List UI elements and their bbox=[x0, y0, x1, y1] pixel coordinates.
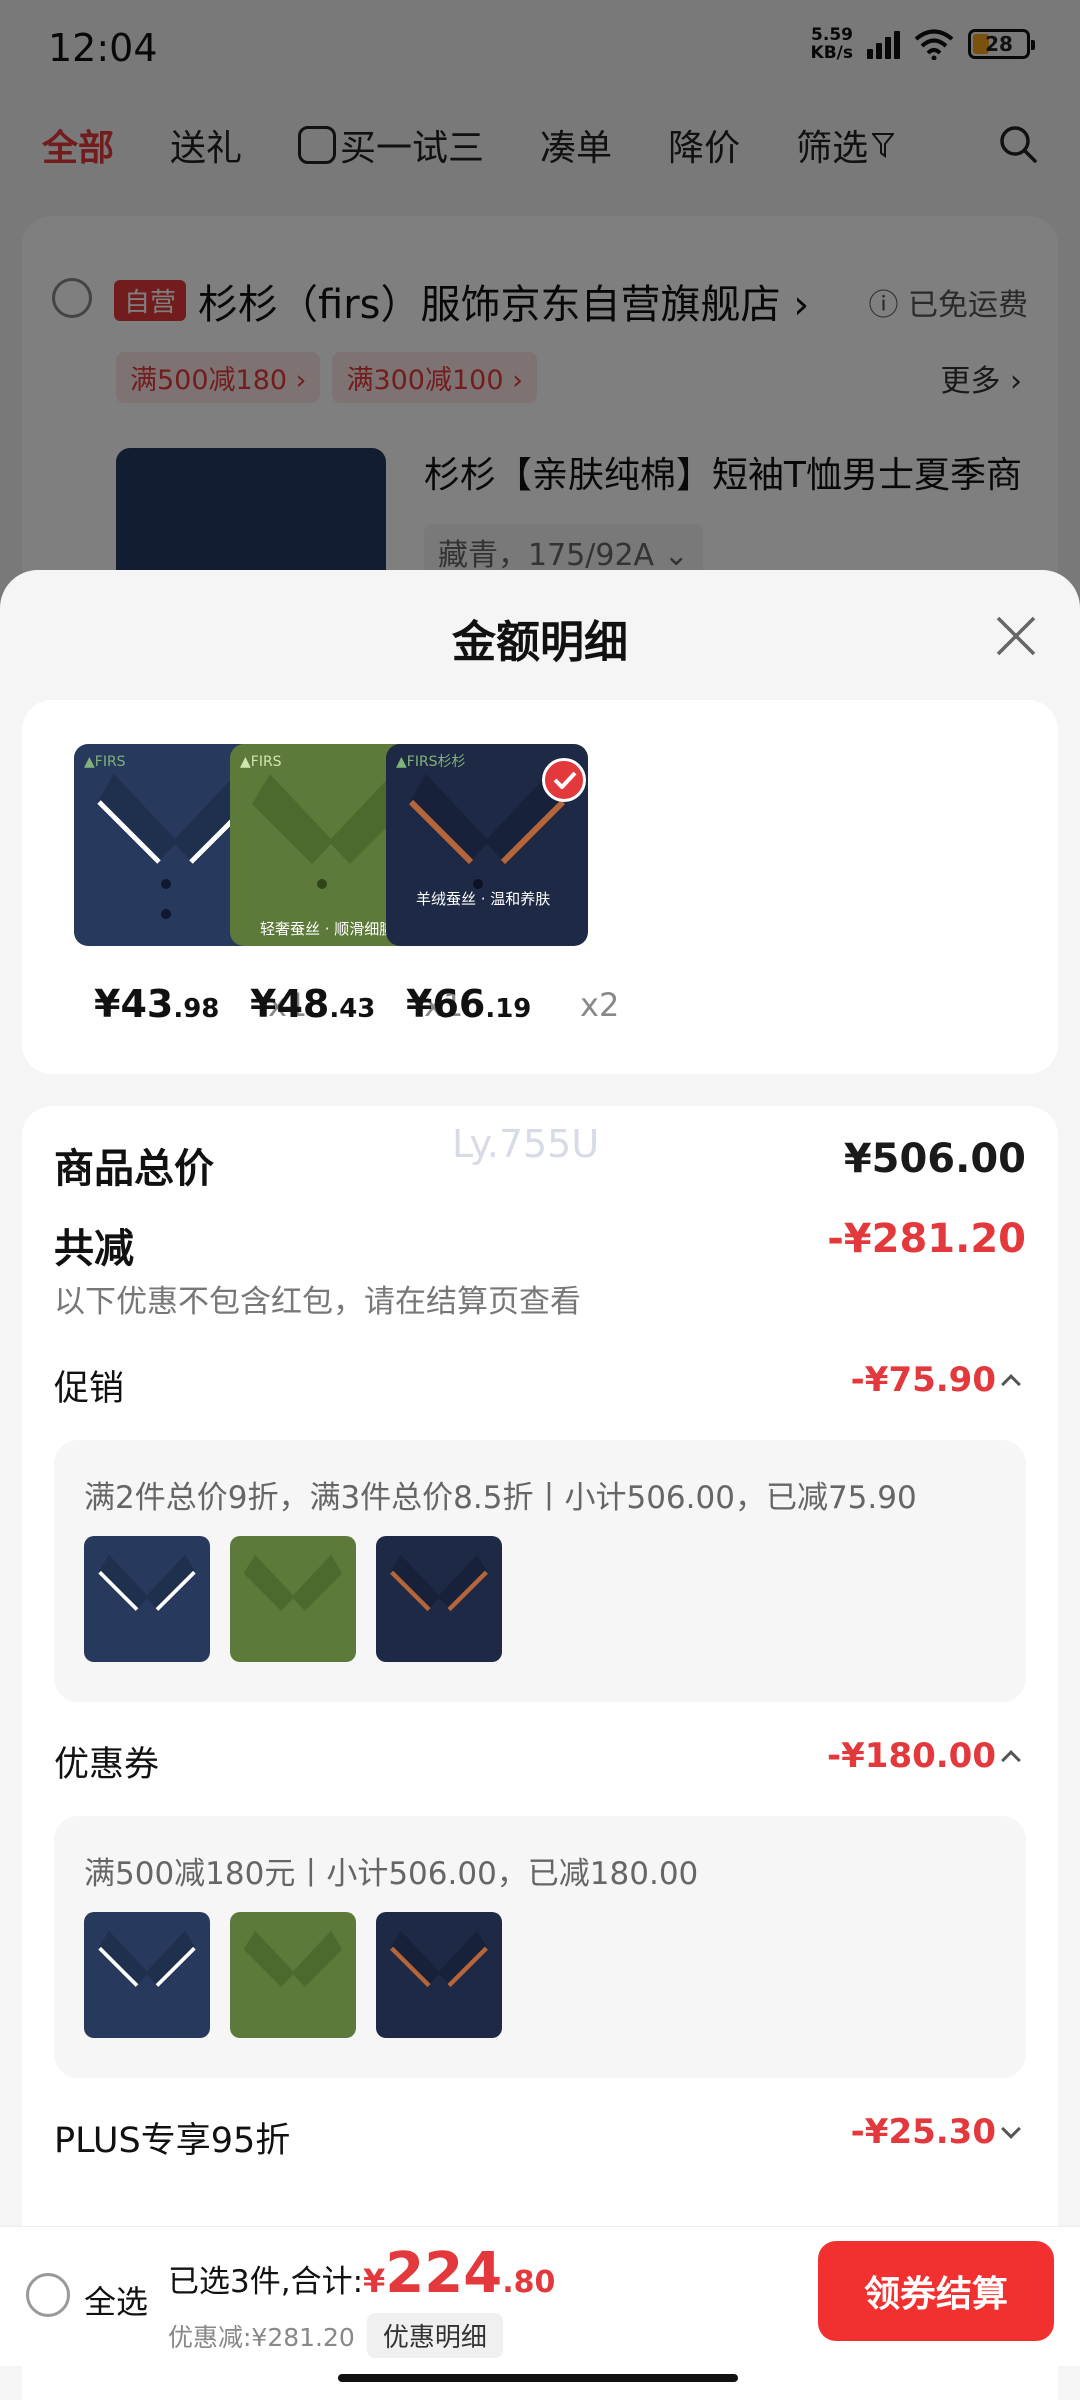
total-price-label: 商品总价 bbox=[54, 1146, 214, 1192]
plus-discount-toggle[interactable]: -¥25.30 bbox=[850, 2112, 1021, 2152]
promotion-toggle[interactable]: -¥75.90 bbox=[850, 1360, 1021, 1400]
promotion-label: 促销 bbox=[54, 1369, 125, 1409]
product-thumbnail bbox=[230, 1536, 356, 1662]
product-thumbnail bbox=[376, 1912, 502, 2038]
product-thumbnail bbox=[84, 1536, 210, 1662]
sheet-title: 金额明细 bbox=[452, 617, 628, 668]
svg-text:▲FIRS: ▲FIRS bbox=[84, 754, 126, 770]
promotion-detail-box: 满2件总价9折，满3件总价8.5折丨小计506.00，已减75.90 bbox=[54, 1440, 1026, 1702]
discount-detail-button[interactable]: 优惠明细 bbox=[366, 2313, 503, 2358]
select-all-radio[interactable] bbox=[26, 2273, 70, 2317]
product-thumbnail bbox=[84, 1912, 210, 2038]
item-price: ¥66.19 bbox=[406, 982, 532, 1026]
promotion-value: -¥75.90 bbox=[850, 1360, 996, 1400]
amount-breakdown-card: Ly.755U 商品总价 ¥506.00 共减 -¥281.20 以下优惠不包含… bbox=[22, 1106, 1058, 2400]
chevron-up-icon bbox=[1001, 1374, 1021, 1394]
svg-text:▲FIRS杉杉: ▲FIRS杉杉 bbox=[396, 754, 466, 770]
select-all-label[interactable]: 全选 bbox=[84, 2277, 148, 2323]
home-indicator[interactable] bbox=[338, 2374, 738, 2382]
reduction-note: 以下优惠不包含红包，请在结算页查看 bbox=[54, 1284, 581, 1320]
selected-item[interactable]: ▲FIRS杉杉 羊绒蚕丝 · 温和养肤 ¥66.19 x2 bbox=[356, 744, 619, 1044]
close-icon[interactable] bbox=[992, 612, 1040, 660]
checked-icon bbox=[542, 758, 586, 802]
total-amount: 224 bbox=[385, 2241, 503, 2306]
coupon-label: 优惠券 bbox=[54, 1745, 160, 1785]
checkout-bar: 全选 已选3件,合计: ¥ 224 .80 优惠减:¥281.20 优惠明细 领… bbox=[0, 2226, 1080, 2366]
svg-text:▲FIRS: ▲FIRS bbox=[240, 754, 282, 770]
amount-detail-sheet: 金额明细 ▲FIRS ¥43.98 x1 ▲FIRS 轻奢蚕丝 · 顺滑细腻 ¥… bbox=[0, 570, 1080, 2400]
checkout-button[interactable]: 领券结算 bbox=[818, 2241, 1054, 2341]
total-reduction-label: 共减 bbox=[54, 1226, 134, 1272]
watermark: Ly.755U bbox=[452, 1122, 600, 1166]
selected-total: 已选3件,合计: ¥ 224 .80 bbox=[168, 2241, 556, 2306]
total-price-value: ¥506.00 bbox=[843, 1136, 1026, 1182]
svg-text:羊绒蚕丝 · 温和养肤: 羊绒蚕丝 · 温和养肤 bbox=[416, 890, 550, 908]
coupon-detail-text: 满500减180元丨小计506.00，已减180.00 bbox=[84, 1856, 699, 1892]
chevron-down-icon bbox=[1001, 2119, 1021, 2139]
plus-discount-label: PLUS专享95折 bbox=[54, 2121, 291, 2161]
coupon-toggle[interactable]: -¥180.00 bbox=[827, 1736, 1021, 1776]
selected-items-card: ▲FIRS ¥43.98 x1 ▲FIRS 轻奢蚕丝 · 顺滑细腻 ¥48.43… bbox=[22, 700, 1058, 1074]
promotion-detail-text: 满2件总价9折，满3件总价8.5折丨小计506.00，已减75.90 bbox=[84, 1480, 917, 1516]
coupon-value: -¥180.00 bbox=[827, 1736, 996, 1776]
chevron-up-icon bbox=[1001, 1750, 1021, 1770]
product-thumbnail bbox=[376, 1536, 502, 1662]
item-quantity: x2 bbox=[580, 986, 620, 1024]
coupon-detail-box: 满500减180元丨小计506.00，已减180.00 bbox=[54, 1816, 1026, 2078]
total-reduction-value: -¥281.20 bbox=[827, 1216, 1026, 1262]
plus-discount-value: -¥25.30 bbox=[850, 2112, 996, 2152]
product-thumbnail bbox=[230, 1912, 356, 2038]
discount-summary: 优惠减:¥281.20 bbox=[168, 2322, 355, 2352]
